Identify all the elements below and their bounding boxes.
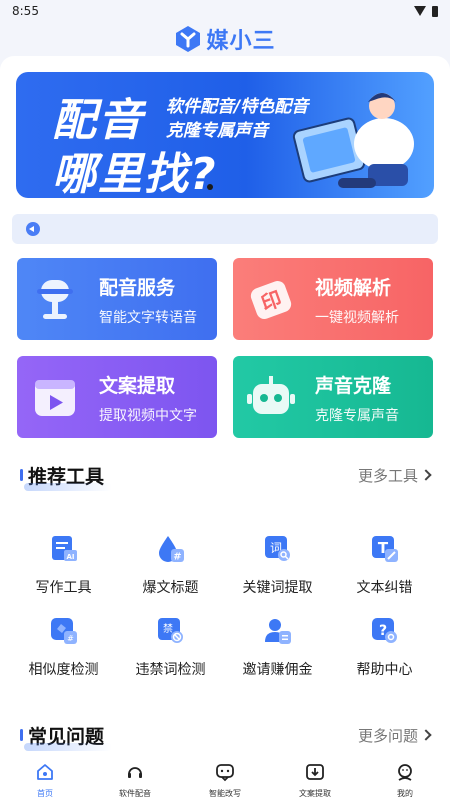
robot-icon <box>247 376 295 414</box>
section-title: 推荐工具 <box>20 462 113 491</box>
wifi-icon <box>414 6 426 16</box>
promo-banner[interactable]: 配音 哪里找? 软件配音/特色配音 克隆专属声音 <box>16 72 434 198</box>
banner-page-indicator <box>207 184 213 190</box>
download-box-icon <box>306 764 324 780</box>
microphone-icon <box>37 280 73 319</box>
tool-label: 邀请赚佣金 <box>242 662 313 678</box>
video-play-icon <box>35 380 75 416</box>
chevron-right-icon <box>420 729 432 741</box>
tab-smart-rewrite[interactable]: 智能改写 <box>180 762 270 799</box>
tool-label: 相似度检测 <box>28 662 99 678</box>
chevron-right-icon <box>420 469 432 481</box>
more-faq-link[interactable]: 更多问题 <box>357 725 432 746</box>
tool-invite-commission[interactable]: 邀请赚佣金 <box>224 616 331 686</box>
app-logo-icon <box>176 26 201 52</box>
faq-section-header: 常见问题 更多问题 <box>20 720 432 751</box>
ai-document-icon: AI <box>51 536 77 561</box>
battery-icon <box>432 5 438 17</box>
speaker-icon <box>26 222 40 236</box>
tool-forbidden-word[interactable]: 禁 违禁词检测 <box>117 616 224 686</box>
svg-text:禁: 禁 <box>163 623 173 635</box>
text-edit-icon: T <box>371 536 398 562</box>
tool-keyword-extract[interactable]: 词 关键词提取 <box>224 534 331 604</box>
card-subtitle: 一键视频解析 <box>315 310 399 326</box>
tool-label: 爆文标题 <box>142 580 199 596</box>
card-title: 文案提取 <box>99 375 176 397</box>
card-video-parse[interactable]: 印 视频解析 一键视频解析 <box>233 258 433 340</box>
status-time: 8:55 <box>12 4 39 18</box>
card-dubbing-service[interactable]: 配音服务 智能文字转语音 <box>17 258 217 340</box>
banner-illustration <box>292 93 414 188</box>
card-subtitle: 提取视频中文字 <box>99 408 197 424</box>
card-title: 声音克隆 <box>315 375 392 397</box>
card-subtitle: 克隆专属声音 <box>315 408 399 424</box>
tab-profile[interactable]: 我的 <box>360 762 450 799</box>
tab-text-extract[interactable]: 文案提取 <box>270 762 360 799</box>
card-text-extract[interactable]: 文案提取 提取视频中文字 <box>17 356 217 438</box>
app-header: 媒小三 <box>0 22 450 56</box>
tab-label: 文案提取 <box>299 789 331 798</box>
section-title: 常见问题 <box>20 722 113 751</box>
banner-line-2: 克隆专属声音 <box>166 121 268 141</box>
tool-help-center[interactable]: ? 帮助中心 <box>331 616 438 686</box>
tool-text-correction[interactable]: T 文本纠错 <box>331 534 438 604</box>
user-icon <box>398 764 412 781</box>
forbidden-word-icon: 禁 <box>157 618 183 643</box>
tab-home[interactable]: 首页 <box>0 762 90 799</box>
more-tools-label: 更多工具 <box>357 466 418 485</box>
tool-label: 写作工具 <box>35 580 92 596</box>
tools-section-header: 推荐工具 更多工具 <box>20 460 432 491</box>
tab-software-dubbing[interactable]: 软件配音 <box>90 762 180 799</box>
tool-label: 帮助中心 <box>356 662 413 678</box>
announcement-bar[interactable] <box>12 214 438 244</box>
tab-label: 智能改写 <box>209 789 241 798</box>
tool-viral-title[interactable]: # 爆文标题 <box>117 534 224 604</box>
svg-text:#: # <box>67 634 74 643</box>
invite-commission-icon <box>264 619 291 644</box>
card-voice-clone[interactable]: 声音克隆 克隆专属声音 <box>233 356 433 438</box>
more-faq-label: 更多问题 <box>357 726 418 745</box>
headset-icon <box>128 767 142 778</box>
status-icons <box>414 5 438 17</box>
card-title: 配音服务 <box>99 277 176 299</box>
tool-writing[interactable]: AI 写作工具 <box>10 534 117 604</box>
tool-label: 关键词提取 <box>242 580 313 596</box>
chat-bubble-icon <box>216 764 234 782</box>
app-name: 媒小三 <box>206 28 276 54</box>
tool-label: 违禁词检测 <box>135 662 206 678</box>
help-center-icon: ? <box>371 618 397 643</box>
card-subtitle: 智能文字转语音 <box>99 310 197 326</box>
tool-label: 文本纠错 <box>356 580 413 596</box>
tool-similarity-check[interactable]: # 相似度检测 <box>10 616 117 686</box>
svg-text:#: # <box>173 552 181 563</box>
svg-text:AI: AI <box>66 553 74 561</box>
banner-headline-2: 哪里找? <box>52 149 218 198</box>
hashtag-drop-icon: # <box>158 536 184 563</box>
similarity-check-icon: # <box>50 618 77 644</box>
keyword-search-icon: 词 <box>264 536 290 561</box>
stamp-icon: 印 <box>250 281 292 319</box>
bottom-tab-bar: 首页 软件配音 智能改写 文案提取 我的 <box>0 756 450 800</box>
card-title: 视频解析 <box>315 277 392 299</box>
tab-label: 首页 <box>37 789 53 798</box>
more-tools-link[interactable]: 更多工具 <box>357 465 432 486</box>
tab-label: 我的 <box>397 789 413 798</box>
status-bar: 8:55 <box>0 0 450 22</box>
home-icon <box>37 764 53 780</box>
main-content: 配音 哪里找? 软件配音/特色配音 克隆专属声音 配音服务 智能文字转语音 印 … <box>0 56 450 756</box>
tab-label: 软件配音 <box>119 789 151 798</box>
